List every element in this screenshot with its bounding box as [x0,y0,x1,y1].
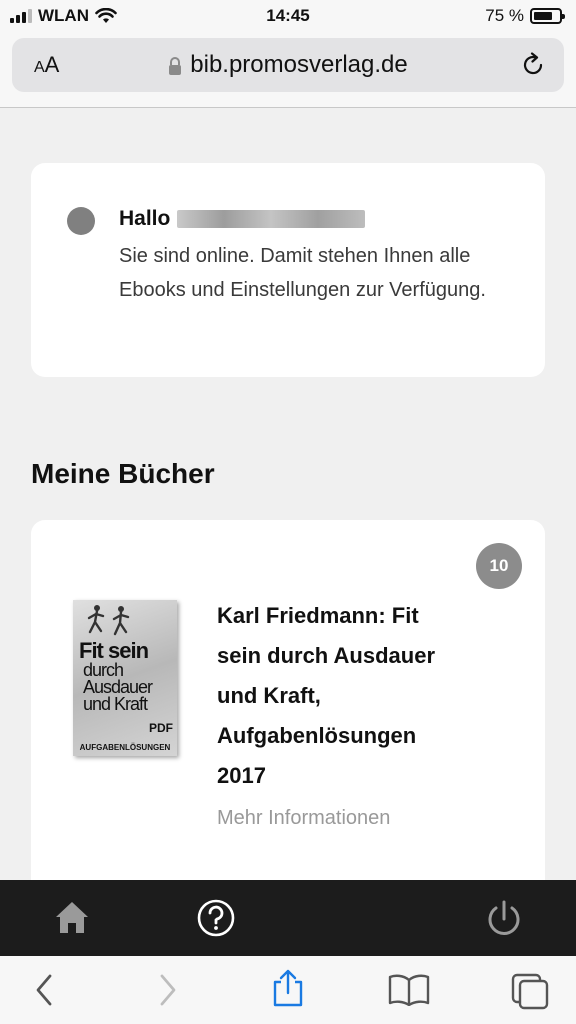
url-text: bib.promosverlag.de [190,51,408,78]
greeting-message: Sie sind online. Damit stehen Ihnen alle… [119,245,486,301]
redacted-username [177,210,365,228]
help-icon[interactable] [196,898,236,938]
url-bar[interactable]: AA bib.promosverlag.de [12,38,564,92]
count-badge: 10 [476,543,522,589]
tabs-icon[interactable] [510,972,550,1010]
lock-icon [169,56,182,75]
home-icon[interactable] [54,900,90,934]
avatar [67,207,95,235]
book-title[interactable]: Karl Friedmann: Fit sein durch Ausdauer … [217,596,467,796]
cover-subtitle: AUFGABENLÖSUNGEN [79,743,171,752]
share-icon[interactable] [270,968,306,1008]
safari-toolbar [0,956,576,1024]
browser-address-area: AA bib.promosverlag.de [0,32,576,108]
forward-icon[interactable] [156,972,180,1008]
cover-format: PDF [149,721,173,735]
reload-icon[interactable] [520,52,546,78]
back-icon[interactable] [32,972,56,1008]
cover-title-rest: durch Ausdauer und Kraft [83,660,153,714]
more-info-link[interactable]: Mehr Informationen [217,807,390,830]
power-icon[interactable] [484,898,524,938]
app-bottom-bar [0,880,576,956]
status-bar: WLAN 14:45 75 % [0,0,576,32]
bookmarks-icon[interactable] [388,972,430,1006]
section-title: Meine Bücher [31,458,215,489]
greeting-hello: Hallo [119,207,171,230]
battery-icon [530,8,565,24]
runners-illustration [87,605,130,636]
battery-percent: 75 % [485,6,524,25]
book-card[interactable]: 10 Fit sein durch Ausdauer und Kraft PDF… [31,520,545,900]
url-display[interactable]: bib.promosverlag.de [12,51,564,79]
greeting-card: Hallo Sie sind online. Damit stehen Ihne… [31,163,545,377]
book-cover[interactable]: Fit sein durch Ausdauer und Kraft PDF AU… [73,600,177,756]
status-right: 75 % [485,6,565,26]
